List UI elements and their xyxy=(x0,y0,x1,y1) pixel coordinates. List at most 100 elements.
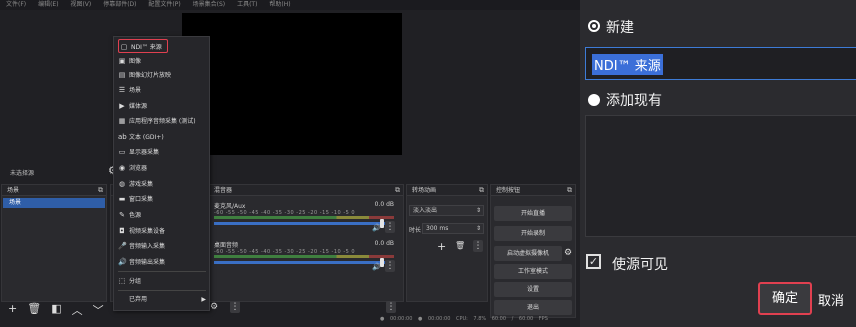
remove-scene-icon[interactable]: 🗑 xyxy=(27,302,41,318)
transition-type-value: 淡入淡出 xyxy=(413,207,438,214)
menu-item-media-source[interactable]: ▶ 媒体源 xyxy=(118,99,206,113)
menu-tools[interactable]: 工具(T) xyxy=(237,1,257,8)
menu-item-browser[interactable]: ◉ 浏览器 xyxy=(118,161,206,175)
desktop-speaker-icon[interactable]: 🔊 xyxy=(372,263,381,271)
window-icon: ▬ xyxy=(118,195,126,203)
mic-icon: 🎤 xyxy=(118,242,127,250)
mixer-more-icon[interactable]: ⋮ xyxy=(386,301,396,313)
menu-item-ndi-source[interactable]: ▢ NDI™ 来源 xyxy=(118,39,168,53)
start-recording-button[interactable]: 开始录制 xyxy=(494,226,572,241)
menu-item-text-gdi[interactable]: ab 文本 (GDI+) xyxy=(118,130,206,144)
scene-list-item[interactable]: 场景 xyxy=(3,198,105,208)
image-icon: ▣ xyxy=(118,57,126,65)
source-name-input[interactable]: NDI™ 来源 xyxy=(585,47,856,80)
scene-filters-icon[interactable]: ◧ xyxy=(51,302,61,318)
duration-spinbox[interactable]: 300 ms ⇕ xyxy=(422,223,484,234)
channel-db: 0.0 dB xyxy=(374,240,394,247)
menu-item-game-capture[interactable]: ◍ 游戏采集 xyxy=(118,177,206,191)
menu-scene-collection[interactable]: 场景集合(S) xyxy=(193,1,226,8)
controls-dock-header: 控制按钮 ⧉ xyxy=(491,185,575,196)
menu-item-label: 已弃用 xyxy=(129,296,148,303)
undock-icon[interactable]: ⧉ xyxy=(567,185,572,196)
volume-fader[interactable] xyxy=(214,219,394,228)
menu-edit[interactable]: 编辑(E) xyxy=(38,1,58,8)
virtual-camera-gear-icon[interactable]: ⚙ xyxy=(564,248,572,258)
transitions-dock-title: 转场动画 xyxy=(412,187,437,194)
scene-controls: + 🗑 ◧ ︿ ﹀ xyxy=(8,302,104,318)
volume-fader[interactable] xyxy=(214,258,394,267)
mic-channel-menu-icon[interactable]: ⋮ xyxy=(385,221,395,233)
menu-item-group[interactable]: ⬚ 分组 xyxy=(118,274,206,288)
transition-more-icon[interactable]: ⋮ xyxy=(473,240,483,252)
menu-profile[interactable]: 配置文件(P) xyxy=(148,1,180,8)
menu-file[interactable]: 文件(F) xyxy=(6,1,26,8)
menu-item-label: 媒体源 xyxy=(129,103,148,110)
remove-transition-icon[interactable]: 🗑 xyxy=(455,241,465,250)
menu-item-audio-output-capture[interactable]: 🔊 音频输出采集 xyxy=(118,255,206,269)
menu-view[interactable]: 视图(V) xyxy=(70,1,91,8)
create-new-radio[interactable] xyxy=(588,20,600,32)
group-icon: ⬚ xyxy=(118,277,126,285)
menu-item-video-capture-device[interactable]: ◘ 视频采集设备 xyxy=(118,224,206,238)
add-scene-icon[interactable]: + xyxy=(8,302,17,318)
menu-item-label: 色源 xyxy=(129,212,142,219)
cancel-button[interactable]: 取消 xyxy=(818,290,844,309)
mic-muted-speaker-icon[interactable]: 🔊 xyxy=(372,224,381,232)
undock-icon[interactable]: ⧉ xyxy=(479,185,484,196)
slideshow-icon: ▤ xyxy=(118,71,126,79)
menu-item-color-source[interactable]: ✎ 色源 xyxy=(118,208,206,222)
move-up-icon[interactable]: ︿ xyxy=(72,302,83,318)
add-existing-label: 添加现有 xyxy=(606,93,662,109)
menu-item-display-capture[interactable]: ▭ 显示器采集 xyxy=(118,145,206,159)
desktop-channel-menu-icon[interactable]: ⋮ xyxy=(385,260,395,272)
start-virtual-camera-button[interactable]: 启动虚拟摄像机 xyxy=(494,246,562,261)
mixer-channel-mic: 麦克风/Aux 0.0 dB -60 -55 -50 -45 -40 -35 -3… xyxy=(214,201,394,228)
monitor-icon: ▭ xyxy=(118,148,126,156)
add-transition-icon[interactable]: + xyxy=(437,240,446,253)
volume-meter xyxy=(214,255,394,258)
create-new-label: 新建 xyxy=(606,20,634,36)
obs-main-window: 文件(F) 编辑(E) 视图(V) 停靠部件(D) 配置文件(P) 场景集合(S… xyxy=(0,0,580,327)
undock-icon[interactable]: ⧉ xyxy=(98,185,103,196)
menu-item-label: 音频输入采集 xyxy=(129,243,166,250)
mixer-channel-desktop: 桌面音频 0.0 dB -60 -55 -50 -45 -40 -35 -30 -… xyxy=(214,240,394,267)
transition-type-select[interactable]: 淡入淡出 ⇕ xyxy=(409,205,484,216)
chevron-right-icon: ▶ xyxy=(201,296,206,303)
start-streaming-button[interactable]: 开始直播 xyxy=(494,206,572,221)
exit-button[interactable]: 退出 xyxy=(494,300,572,315)
move-down-icon[interactable]: ﹀ xyxy=(93,302,104,318)
undock-icon[interactable]: ⧉ xyxy=(395,185,400,196)
menu-item-label: 图像 xyxy=(129,58,142,65)
menu-item-label: 视频采集设备 xyxy=(129,228,166,235)
studio-mode-button[interactable]: 工作室模式 xyxy=(494,264,572,279)
add-existing-radio[interactable] xyxy=(588,94,600,106)
menu-docks[interactable]: 停靠部件(D) xyxy=(103,1,136,8)
scene-list-icon: ☰ xyxy=(118,86,126,94)
menu-item-label: 文本 (GDI+) xyxy=(129,134,164,141)
play-icon: ▶ xyxy=(119,102,125,110)
menu-item-deprecated[interactable]: 已弃用 ▶ xyxy=(118,293,206,307)
ok-button[interactable]: 确定 xyxy=(758,282,812,315)
sources-more-icon[interactable]: ⋮ xyxy=(230,301,240,313)
menu-item-window-capture[interactable]: ▬ 窗口采集 xyxy=(118,192,206,206)
menu-item-audio-input-capture[interactable]: 🎤 音频输入采集 xyxy=(118,239,206,253)
preview-canvas[interactable] xyxy=(182,13,402,155)
settings-button[interactable]: 设置 xyxy=(494,282,572,297)
existing-sources-list[interactable] xyxy=(585,115,856,237)
menu-help[interactable]: 帮助(H) xyxy=(269,1,290,8)
source-properties-icon[interactable]: ⚙ xyxy=(210,302,218,312)
menu-item-label: 窗口采集 xyxy=(129,196,154,203)
menu-item-image[interactable]: ▣ 图像 xyxy=(118,54,206,68)
controls-dock-title: 控制按钮 xyxy=(496,187,521,194)
scenes-dock: 场景 ⧉ 场景 xyxy=(1,184,107,302)
menu-item-app-audio-capture[interactable]: ▦ 应用程序音频采集 (测试) xyxy=(118,114,206,128)
menu-item-label: 显示器采集 xyxy=(129,149,160,156)
make-source-visible-checkbox[interactable]: ✓ xyxy=(586,254,601,269)
menu-item-label: 音频输出采集 xyxy=(129,259,166,266)
speaker-icon: 🔊 xyxy=(118,258,127,266)
menu-item-scene[interactable]: ☰ 场景 xyxy=(118,83,206,97)
checkmark-icon: ✓ xyxy=(588,255,599,268)
menu-item-image-slideshow[interactable]: ▤ 图像幻灯片放映 xyxy=(118,68,206,82)
duration-value: 300 ms xyxy=(426,225,449,232)
globe-icon: ◉ xyxy=(118,164,126,172)
